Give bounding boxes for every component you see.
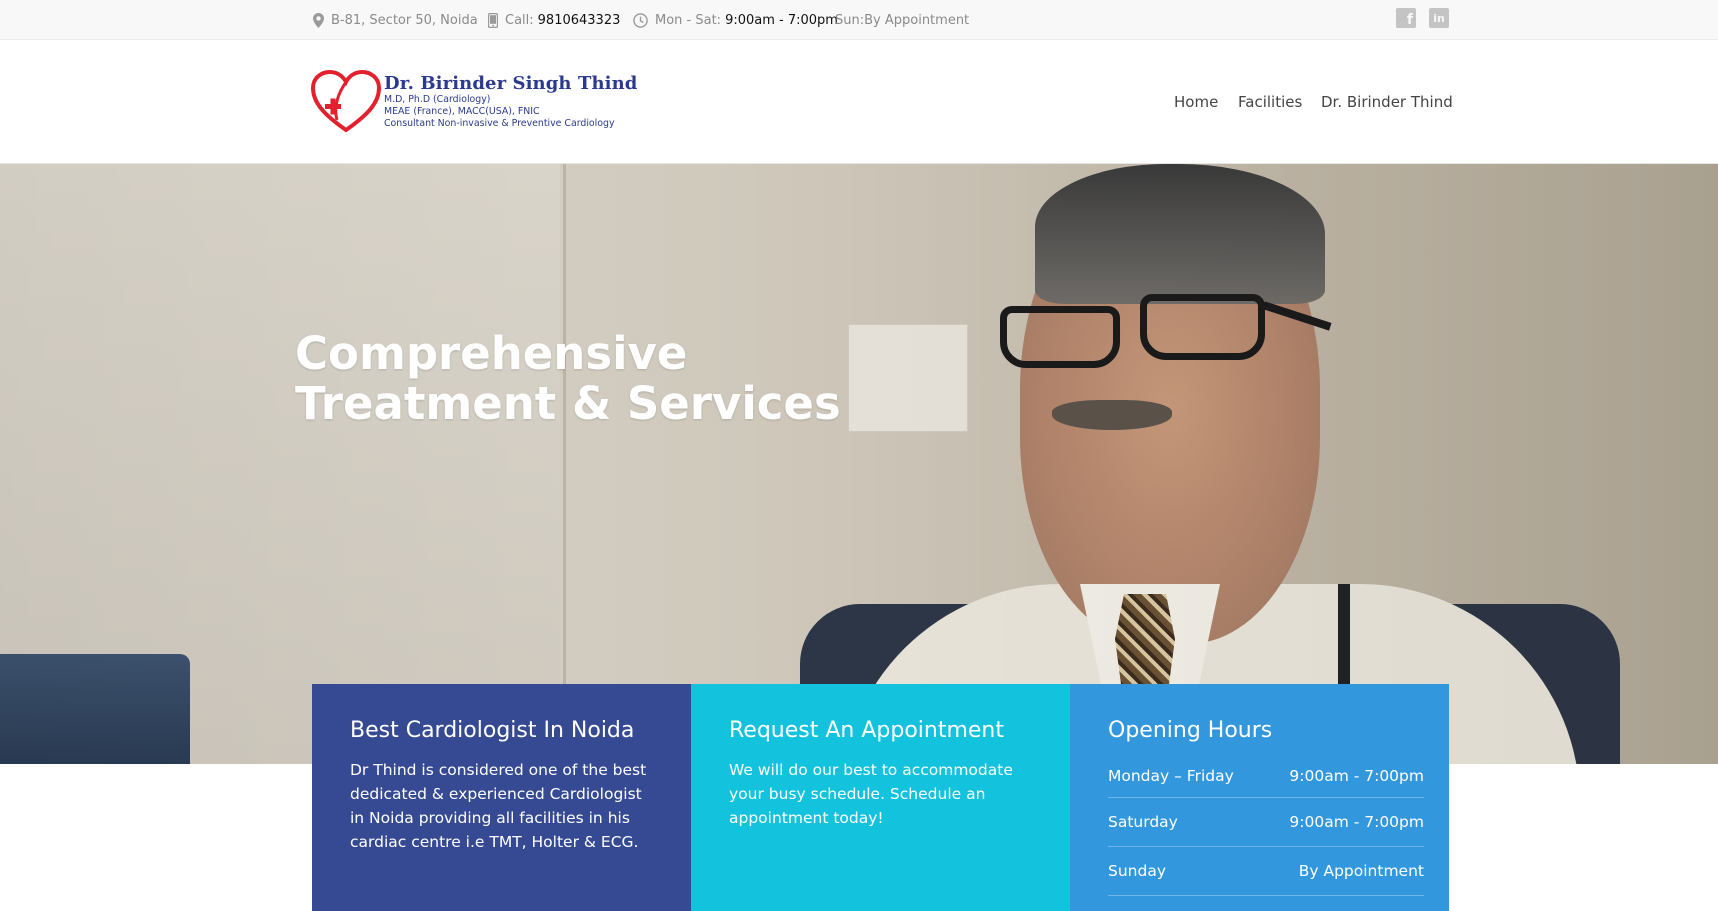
hours-time: 9:00am - 7:00pm	[1289, 766, 1424, 785]
appointment-box-text: We will do our best to accommodate your …	[729, 761, 1013, 827]
hours-info: Mon - Sat: 9:00am - 7:00pm	[633, 0, 838, 40]
hero-overlay	[0, 164, 1718, 764]
logo-memberships: MEAE (France), MACC(USA), FNIC	[384, 106, 540, 117]
logo-text: Dr. Birinder Singh Thind M.D, Ph.D (Card…	[384, 73, 637, 130]
hours-value: 9:00am - 7:00pm	[725, 12, 838, 28]
hours-day: Monday – Friday	[1108, 766, 1234, 785]
phone-info[interactable]: Call: 9810643323	[488, 0, 620, 40]
hero-banner: Comprehensive Treatment & Services	[0, 164, 1718, 764]
address-info: B-81, Sector 50, Noida	[313, 0, 478, 40]
nav-dr-birinder-thind[interactable]: Dr. Birinder Thind	[1321, 93, 1453, 111]
sunday-info: Sun:By Appointment	[835, 0, 969, 40]
sunday-text: Sun:By Appointment	[835, 12, 970, 28]
facebook-icon[interactable]: f	[1396, 8, 1416, 28]
call-label: Call:	[505, 12, 534, 28]
site-logo[interactable]: Dr. Birinder Singh Thind M.D, Ph.D (Card…	[311, 70, 637, 134]
opening-hours-list: Monday – Friday 9:00am - 7:00pm Saturday…	[1108, 754, 1424, 896]
about-box-text: Dr Thind is considered one of the best d…	[350, 761, 647, 851]
nav-facilities[interactable]: Facilities	[1238, 93, 1302, 111]
appointment-box-title[interactable]: Request An Appointment	[729, 718, 1032, 743]
map-pin-icon	[313, 12, 324, 28]
hours-day: Saturday	[1108, 813, 1178, 831]
top-bar: B-81, Sector 50, Noida Call: 9810643323 …	[0, 0, 1718, 40]
hours-day: Sunday	[1108, 862, 1166, 880]
hours-label: Mon - Sat:	[655, 12, 722, 28]
hours-row: Sunday By Appointment	[1108, 847, 1424, 896]
opening-hours-title: Opening Hours	[1108, 718, 1273, 743]
phone-number[interactable]: 9810643323	[538, 13, 621, 28]
hero-heading: Comprehensive Treatment & Services	[295, 329, 855, 429]
logo-speciality: Consultant Non-invasive & Preventive Car…	[384, 118, 615, 129]
nav-home[interactable]: Home	[1174, 93, 1218, 111]
hours-time: By Appointment	[1298, 862, 1424, 880]
hours-time: 9:00am - 7:00pm	[1289, 813, 1424, 831]
phone-icon	[488, 12, 498, 28]
hero-heading-line1: Comprehensive	[295, 327, 688, 380]
logo-credentials: M.D, Ph.D (Cardiology)	[384, 94, 491, 105]
hero-heading-line2: Treatment & Services	[295, 377, 841, 430]
heart-logo-icon	[311, 70, 381, 133]
clock-icon	[633, 12, 648, 28]
about-box-title: Best Cardiologist In Noida	[350, 718, 635, 743]
site-header: Dr. Birinder Singh Thind M.D, Ph.D (Card…	[0, 40, 1718, 164]
appointment-box[interactable]: Request An Appointment We will do our be…	[691, 684, 1070, 911]
hours-row: Saturday 9:00am - 7:00pm	[1108, 798, 1424, 847]
address-text: B-81, Sector 50, Noida	[331, 12, 478, 28]
about-box: Best Cardiologist In Noida Dr Thind is c…	[312, 684, 691, 911]
hours-row: Monday – Friday 9:00am - 7:00pm	[1108, 754, 1424, 798]
opening-hours-box: Opening Hours Monday – Friday 9:00am - 7…	[1070, 684, 1449, 911]
logo-name: Dr. Birinder Singh Thind	[384, 73, 638, 94]
linkedin-icon[interactable]: in	[1429, 8, 1449, 28]
